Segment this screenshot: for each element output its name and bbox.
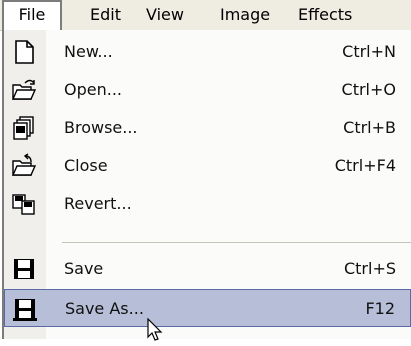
menu-item-save-as-shortcut: F12 xyxy=(365,299,395,318)
menu-view-label: View xyxy=(146,5,184,24)
menu-item-save-as-label: Save As... xyxy=(65,299,144,318)
menu-view[interactable]: View xyxy=(146,0,184,30)
new-file-icon xyxy=(11,39,37,65)
menu-item-close-label: Close xyxy=(64,156,108,175)
file-dropdown-menu: New... Ctrl+N Open... Ctrl+O Browse... C xyxy=(2,30,411,339)
menu-separator xyxy=(62,242,411,243)
browse-icon xyxy=(11,115,37,141)
menu-item-close[interactable]: Close Ctrl+F4 xyxy=(4,147,411,185)
menu-effects[interactable]: Effects xyxy=(298,0,352,30)
menu-item-new[interactable]: New... Ctrl+N xyxy=(4,33,411,71)
menu-item-revert[interactable]: Revert... xyxy=(4,185,411,223)
menu-item-save-label: Save xyxy=(64,259,104,278)
menu-item-new-label: New... xyxy=(64,42,113,61)
menu-file[interactable]: File xyxy=(2,0,62,31)
menu-image-label: Image xyxy=(220,5,271,24)
menu-edit[interactable]: Edit xyxy=(90,0,121,30)
menu-item-browse-label: Browse... xyxy=(64,118,138,137)
menu-item-save-shortcut: Ctrl+S xyxy=(343,259,396,278)
save-disk-icon xyxy=(11,256,37,282)
mouse-pointer-icon xyxy=(146,317,168,342)
menu-file-label: File xyxy=(18,5,46,24)
menu-item-open[interactable]: Open... Ctrl+O xyxy=(4,71,411,109)
menu-item-open-shortcut: Ctrl+O xyxy=(341,80,396,99)
menu-item-save-as[interactable]: Save As... F12 xyxy=(4,289,411,327)
menu-item-browse-shortcut: Ctrl+B xyxy=(343,118,396,137)
menu-image[interactable]: Image xyxy=(220,0,270,30)
menu-item-browse[interactable]: Browse... Ctrl+B xyxy=(4,109,411,147)
open-folder-icon xyxy=(11,77,37,103)
revert-icon xyxy=(11,191,37,217)
menu-effects-label: Effects xyxy=(298,5,353,24)
menu-item-new-shortcut: Ctrl+N xyxy=(342,42,396,61)
menu-edit-label: Edit xyxy=(90,5,121,24)
menu-item-save[interactable]: Save Ctrl+S xyxy=(4,250,411,288)
menu-bar: File Edit View Image Effects xyxy=(0,0,411,31)
menu-item-close-shortcut: Ctrl+F4 xyxy=(334,156,396,175)
close-folder-icon xyxy=(11,153,37,179)
menu-item-revert-label: Revert... xyxy=(64,194,132,213)
save-as-disk-icon xyxy=(12,296,38,322)
menu-item-open-label: Open... xyxy=(64,80,122,99)
